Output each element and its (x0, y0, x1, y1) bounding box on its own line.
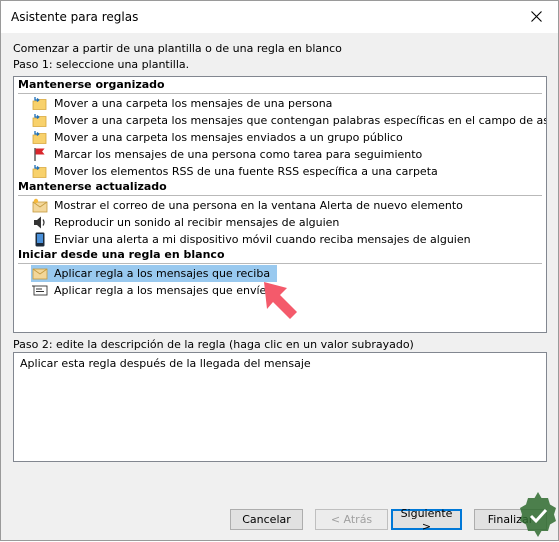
close-button[interactable] (514, 1, 558, 31)
close-icon (530, 10, 542, 22)
folder-move-icon (32, 131, 47, 144)
template-item-label: Aplicar regla a los mensajes que envíe (54, 284, 267, 297)
envelope-icon (32, 268, 48, 280)
intro-text: Comenzar a partir de una plantilla o de … (13, 42, 342, 55)
template-item-label: Marcar los mensajes de una persona como … (54, 148, 423, 161)
template-item-label: Mover a una carpeta los mensajes enviado… (54, 131, 403, 144)
title-bar: Asistente para reglas (1, 1, 558, 33)
template-item-label: Enviar una alerta a mi dispositivo móvil… (54, 233, 471, 246)
red-flag-icon (34, 148, 45, 161)
template-item-label: Aplicar regla a los mensajes que reciba (54, 267, 271, 280)
template-item-label: Mover a una carpeta los mensajes que con… (54, 114, 547, 127)
template-item-label: Mover los elementos RSS de una fuente RS… (54, 165, 438, 178)
step1-label: Paso 1: seleccione una plantilla. (13, 58, 190, 71)
template-item[interactable]: Mover los elementos RSS de una fuente RS… (32, 163, 542, 180)
logo-watermark-icon (520, 492, 556, 537)
template-item[interactable]: Marcar los mensajes de una persona como … (32, 146, 542, 163)
rule-description-box[interactable]: Aplicar esta regla después de la llegada… (13, 352, 547, 462)
folder-move-icon (32, 165, 47, 178)
outgoing-mail-icon (32, 285, 48, 296)
template-item[interactable]: Mostrar el correo de una persona en la v… (32, 197, 542, 214)
template-item[interactable]: Mover a una carpeta los mensajes de una … (32, 95, 542, 112)
template-item[interactable]: Enviar una alerta a mi dispositivo móvil… (32, 231, 542, 248)
speaker-icon (34, 216, 45, 229)
group-header-blank-rule: Iniciar desde una regla en blanco (18, 248, 542, 264)
template-item-label: Reproducir un sonido al recibir mensajes… (54, 216, 340, 229)
next-button[interactable]: Siguiente > (391, 507, 462, 533)
annotation-arrow-icon (264, 282, 297, 319)
folder-move-icon (32, 97, 47, 110)
envelope-alert-icon (32, 198, 48, 213)
folder-move-icon (32, 114, 47, 127)
group-header-updated: Mantenerse actualizado (18, 180, 542, 196)
template-item[interactable]: Mover a una carpeta los mensajes enviado… (32, 129, 542, 146)
mobile-device-icon (35, 232, 45, 247)
group-header-organized: Mantenerse organizado (18, 78, 542, 94)
step2-label: Paso 2: edite la descripción de la regla… (13, 338, 414, 351)
window-title: Asistente para reglas (11, 10, 139, 24)
template-item[interactable]: Reproducir un sonido al recibir mensajes… (32, 214, 542, 231)
cancel-button[interactable]: Cancelar (230, 509, 303, 530)
rule-description-text: Aplicar esta regla después de la llegada… (20, 357, 311, 370)
back-button[interactable]: < Atrás (315, 509, 388, 530)
template-item-selected[interactable]: Aplicar regla a los mensajes que reciba (31, 265, 277, 282)
template-item-label: Mostrar el correo de una persona en la v… (54, 199, 463, 212)
template-item-label: Mover a una carpeta los mensajes de una … (54, 97, 333, 110)
template-item[interactable]: Mover a una carpeta los mensajes que con… (32, 112, 546, 129)
rules-wizard-dialog: Asistente para reglas Comenzar a partir … (0, 0, 559, 541)
